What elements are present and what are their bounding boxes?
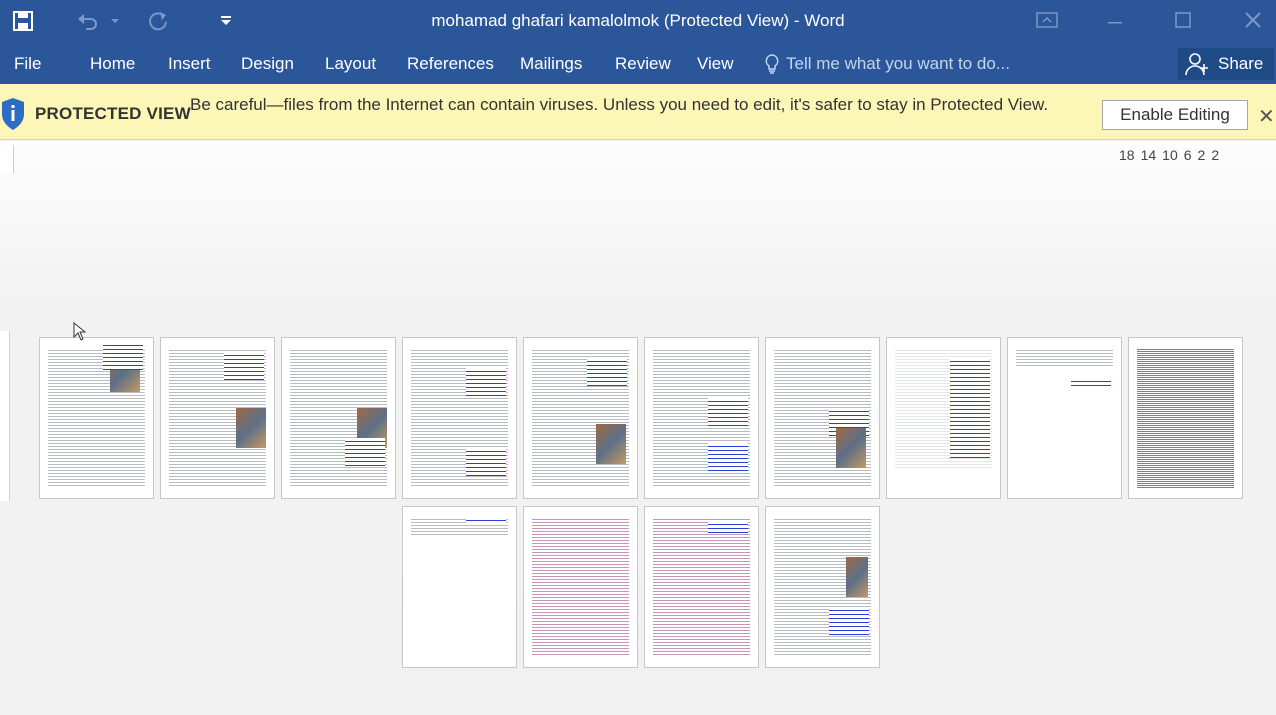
protected-view-message: Be careful—files from the Internet can c…	[190, 95, 1049, 114]
lightbulb-icon	[765, 54, 779, 74]
person-add-icon	[1185, 53, 1208, 76]
document-area[interactable]: 18 14 10 6 2 2	[0, 141, 1276, 715]
maximize-icon[interactable]	[1160, 0, 1206, 40]
horizontal-ruler[interactable]: 18 14 10 6 2 2	[1119, 147, 1219, 163]
page-thumbnail[interactable]	[523, 337, 638, 499]
close-window-icon[interactable]	[1230, 0, 1276, 40]
tab-review[interactable]: Review	[615, 54, 671, 74]
page-thumbnail[interactable]	[1128, 337, 1243, 499]
page-thumbnail[interactable]	[1007, 337, 1122, 499]
page-thumbnail[interactable]	[39, 337, 154, 499]
page-thumbnail[interactable]	[281, 337, 396, 499]
tab-layout[interactable]: Layout	[325, 54, 376, 74]
page-thumbnail[interactable]	[765, 506, 880, 668]
page-thumbnail[interactable]	[402, 506, 517, 668]
ruler-corner	[0, 145, 14, 173]
mouse-pointer-icon	[73, 322, 87, 341]
tab-home[interactable]: Home	[90, 54, 135, 74]
share-label: Share	[1218, 54, 1264, 73]
tab-file[interactable]: File	[14, 54, 41, 74]
tab-mailings[interactable]: Mailings	[520, 54, 582, 74]
page-thumbnail[interactable]	[886, 337, 1001, 499]
tell-me-text: Tell me what you want to do...	[786, 54, 1010, 73]
tab-references[interactable]: References	[407, 54, 494, 74]
tab-view[interactable]: View	[697, 54, 734, 74]
title-bar: mohamad ghafari kamalolmok (Protected Vi…	[0, 0, 1276, 44]
close-icon[interactable]: ✕	[1258, 104, 1275, 129]
shield-icon	[2, 98, 24, 130]
ruler-tick: 2	[1211, 147, 1220, 163]
minimize-icon[interactable]	[1092, 0, 1138, 40]
protected-view-label: PROTECTED VIEW	[35, 104, 191, 123]
enable-editing-button[interactable]: Enable Editing	[1102, 100, 1248, 130]
page-thumbnail[interactable]	[160, 337, 275, 499]
ribbon-display-options-icon[interactable]	[1024, 0, 1070, 40]
ruler-tick: 18	[1119, 147, 1135, 163]
ruler-tick: 2	[1197, 147, 1206, 163]
page-thumbnail[interactable]	[644, 337, 759, 499]
vertical-ruler[interactable]	[0, 331, 10, 501]
tab-insert[interactable]: Insert	[168, 54, 211, 74]
ruler-tick: 10	[1162, 147, 1178, 163]
page-thumbnail[interactable]	[402, 337, 517, 499]
tab-design[interactable]: Design	[241, 54, 294, 74]
ruler-tick: 6	[1183, 147, 1192, 163]
window-title: mohamad ghafari kamalolmok (Protected Vi…	[431, 11, 845, 30]
page-thumbnail[interactable]	[644, 506, 759, 668]
protected-view-bar: PROTECTED VIEW Be careful—files from the…	[0, 84, 1276, 140]
page-thumbnail[interactable]	[523, 506, 638, 668]
page-thumbnail[interactable]	[765, 337, 880, 499]
tell-me-box[interactable]: Tell me what you want to do...	[764, 53, 1010, 75]
ribbon-tabs: File Home Insert Design Layout Reference…	[0, 44, 1276, 84]
ruler-tick: 14	[1140, 147, 1157, 163]
share-button[interactable]: Share	[1178, 48, 1274, 80]
